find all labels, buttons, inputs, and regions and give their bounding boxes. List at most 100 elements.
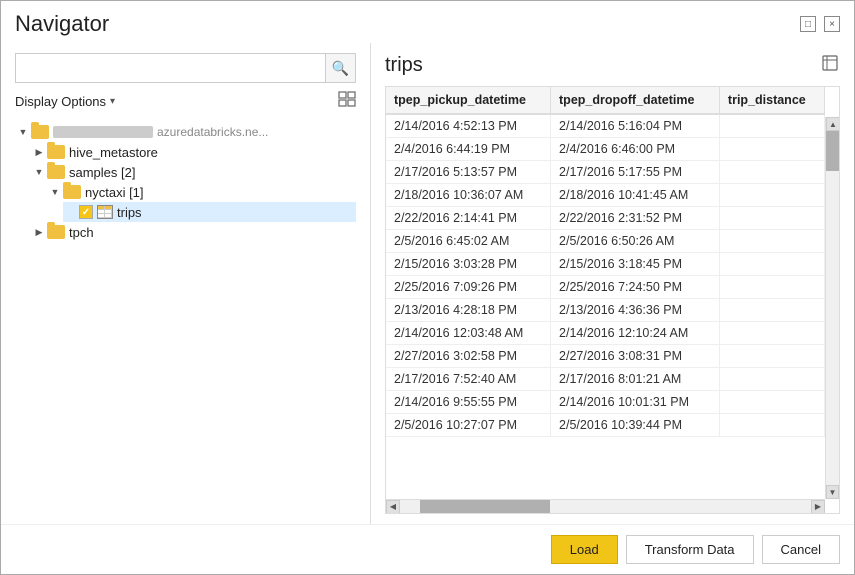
- cell-distance: [719, 114, 824, 138]
- col-header-pickup: tpep_pickup_datetime: [386, 87, 551, 114]
- cell-distance: [719, 414, 824, 437]
- table-row: 2/15/2016 3:03:28 PM2/15/2016 3:18:45 PM: [386, 253, 825, 276]
- cell-dropoff: 2/17/2016 5:17:55 PM: [551, 161, 720, 184]
- root-label-suffix: azuredatabricks.ne...: [157, 125, 268, 139]
- trips-checkbox[interactable]: ✓: [79, 205, 93, 219]
- hive-metastore-label: hive_metastore: [69, 145, 158, 160]
- cell-distance: [719, 138, 824, 161]
- col-header-distance: trip_distance: [719, 87, 824, 114]
- expander-icon-root: ▼: [15, 124, 31, 140]
- load-button[interactable]: Load: [551, 535, 618, 564]
- horizontal-scrollbar[interactable]: ◀ ▶: [386, 499, 825, 513]
- cell-distance: [719, 368, 824, 391]
- cell-pickup: 2/17/2016 5:13:57 PM: [386, 161, 551, 184]
- cell-dropoff: 2/25/2016 7:24:50 PM: [551, 276, 720, 299]
- vertical-scrollbar[interactable]: ▲ ▼: [825, 117, 839, 499]
- title-bar-controls: □ ×: [800, 16, 840, 32]
- col-header-dropoff: tpep_dropoff_datetime: [551, 87, 720, 114]
- scroll-thumb-h[interactable]: [420, 500, 550, 513]
- cell-pickup: 2/14/2016 4:52:13 PM: [386, 114, 551, 138]
- table-scroll-wrapper[interactable]: tpep_pickup_datetime tpep_dropoff_dateti…: [386, 87, 839, 513]
- cell-distance: [719, 276, 824, 299]
- tree-view-toggle-button[interactable]: [338, 91, 356, 112]
- right-header: trips: [385, 53, 840, 78]
- cell-dropoff: 2/14/2016 10:01:31 PM: [551, 391, 720, 414]
- scroll-up-arrow[interactable]: ▲: [826, 117, 840, 131]
- tree-row-root[interactable]: ▼ azuredatabricks.ne...: [15, 122, 356, 142]
- cell-pickup: 2/22/2016 2:14:41 PM: [386, 207, 551, 230]
- scroll-thumb-v[interactable]: [826, 131, 839, 171]
- tree-row-trips[interactable]: ✓ trips: [63, 202, 356, 222]
- chevron-down-icon: ▾: [110, 96, 115, 107]
- expander-icon-tpch: ▶: [31, 224, 47, 240]
- display-options-button[interactable]: Display Options ▾: [15, 94, 115, 109]
- redacted-label: [53, 126, 153, 138]
- cell-pickup: 2/27/2016 3:02:58 PM: [386, 345, 551, 368]
- cell-pickup: 2/5/2016 10:27:07 PM: [386, 414, 551, 437]
- tree-node-nyctaxi: ▼ nyctaxi [1]: [15, 182, 356, 202]
- expander-placeholder-trips: [63, 204, 79, 220]
- cell-dropoff: 2/27/2016 3:08:31 PM: [551, 345, 720, 368]
- left-panel: 🔍 Display Options ▾: [1, 43, 371, 524]
- cell-dropoff: 2/18/2016 10:41:45 AM: [551, 184, 720, 207]
- cell-dropoff: 2/22/2016 2:31:52 PM: [551, 207, 720, 230]
- cell-pickup: 2/5/2016 6:45:02 AM: [386, 230, 551, 253]
- expander-icon-hive: ▶: [31, 144, 47, 160]
- folder-icon-root: [31, 125, 49, 139]
- search-input[interactable]: [16, 56, 325, 81]
- close-button[interactable]: ×: [824, 16, 840, 32]
- search-box: 🔍: [15, 53, 356, 83]
- table-row: 2/14/2016 4:52:13 PM2/14/2016 5:16:04 PM: [386, 114, 825, 138]
- folder-icon-nyctaxi: [63, 185, 81, 199]
- cell-distance: [719, 345, 824, 368]
- cell-distance: [719, 207, 824, 230]
- export-icon-button[interactable]: [820, 53, 840, 78]
- cell-distance: [719, 391, 824, 414]
- table-row: 2/17/2016 7:52:40 AM2/17/2016 8:01:21 AM: [386, 368, 825, 391]
- samples-label: samples [2]: [69, 165, 135, 180]
- cell-pickup: 2/18/2016 10:36:07 AM: [386, 184, 551, 207]
- table-row: 2/5/2016 10:27:07 PM2/5/2016 10:39:44 PM: [386, 414, 825, 437]
- footer: Load Transform Data Cancel: [1, 524, 854, 574]
- tree-row-nyctaxi[interactable]: ▼ nyctaxi [1]: [47, 182, 356, 202]
- cell-distance: [719, 322, 824, 345]
- cell-dropoff: 2/14/2016 5:16:04 PM: [551, 114, 720, 138]
- table-row: 2/5/2016 6:45:02 AM2/5/2016 6:50:26 AM: [386, 230, 825, 253]
- tree-row-samples[interactable]: ▼ samples [2]: [31, 162, 356, 182]
- table-row: 2/14/2016 9:55:55 PM2/14/2016 10:01:31 P…: [386, 391, 825, 414]
- cancel-button[interactable]: Cancel: [762, 535, 840, 564]
- scroll-left-arrow[interactable]: ◀: [386, 500, 400, 514]
- cell-distance: [719, 161, 824, 184]
- table-header-row: tpep_pickup_datetime tpep_dropoff_dateti…: [386, 87, 825, 114]
- tpch-label: tpch: [69, 225, 94, 240]
- table-row: 2/27/2016 3:02:58 PM2/27/2016 3:08:31 PM: [386, 345, 825, 368]
- tree-node-hive-metastore: ▶ hive_metastore: [15, 142, 356, 162]
- search-button[interactable]: 🔍: [325, 54, 355, 82]
- tree-node-tpch: ▶ tpch: [15, 222, 356, 242]
- tree-row-hive-metastore[interactable]: ▶ hive_metastore: [31, 142, 356, 162]
- cell-dropoff: 2/5/2016 6:50:26 AM: [551, 230, 720, 253]
- transform-data-button[interactable]: Transform Data: [626, 535, 754, 564]
- display-options-label: Display Options: [15, 94, 106, 109]
- trips-label: trips: [117, 205, 142, 220]
- folder-icon-tpch: [47, 225, 65, 239]
- table-body: 2/14/2016 4:52:13 PM2/14/2016 5:16:04 PM…: [386, 114, 825, 437]
- tree-node-samples: ▼ samples [2]: [15, 162, 356, 182]
- tree-area: ▼ azuredatabricks.ne... ▶ hive_metastore: [15, 122, 356, 514]
- scroll-right-arrow[interactable]: ▶: [811, 500, 825, 514]
- cell-dropoff: 2/4/2016 6:46:00 PM: [551, 138, 720, 161]
- cell-pickup: 2/14/2016 9:55:55 PM: [386, 391, 551, 414]
- table-row: 2/17/2016 5:13:57 PM2/17/2016 5:17:55 PM: [386, 161, 825, 184]
- nyctaxi-label: nyctaxi [1]: [85, 185, 144, 200]
- title-bar: Navigator □ ×: [1, 1, 854, 43]
- tree-row-tpch[interactable]: ▶ tpch: [31, 222, 356, 242]
- cell-dropoff: 2/5/2016 10:39:44 PM: [551, 414, 720, 437]
- right-title: trips: [385, 54, 423, 77]
- minimize-button[interactable]: □: [800, 16, 816, 32]
- cell-distance: [719, 230, 824, 253]
- cell-dropoff: 2/14/2016 12:10:24 AM: [551, 322, 720, 345]
- cell-distance: [719, 184, 824, 207]
- cell-pickup: 2/4/2016 6:44:19 PM: [386, 138, 551, 161]
- right-panel: trips tpep_pickup_datetime: [371, 43, 854, 524]
- scroll-down-arrow[interactable]: ▼: [826, 485, 839, 499]
